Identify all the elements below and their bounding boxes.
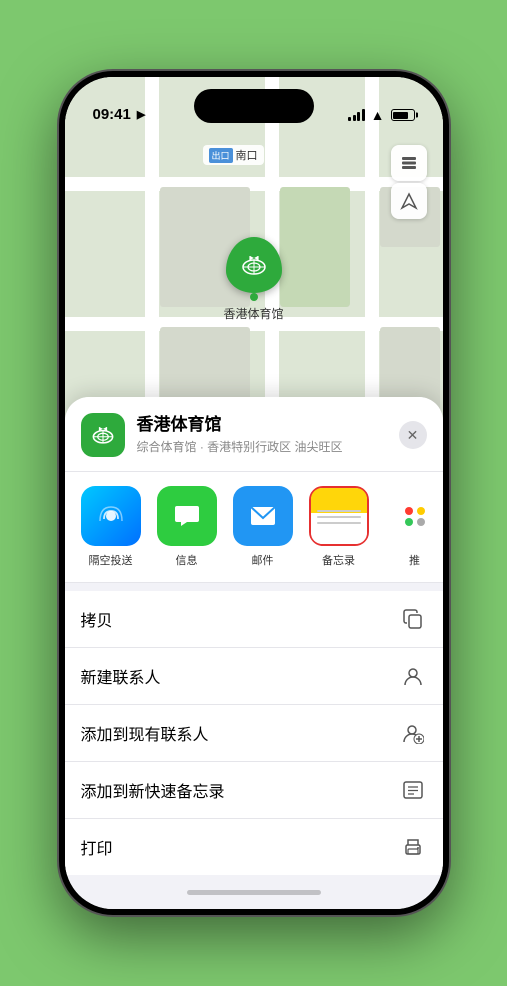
action-print[interactable]: 打印 bbox=[65, 819, 443, 875]
mail-label: 邮件 bbox=[252, 552, 274, 568]
new-contact-icon bbox=[399, 662, 427, 690]
action-quick-note-label: 添加到新快速备忘录 bbox=[81, 778, 225, 802]
share-item-mail[interactable]: 邮件 bbox=[233, 486, 293, 568]
messages-label: 信息 bbox=[176, 552, 198, 568]
layers-icon bbox=[399, 153, 419, 173]
share-item-airdrop[interactable]: 隔空投送 bbox=[81, 486, 141, 568]
dynamic-island bbox=[194, 89, 314, 123]
status-time: 09:41 ▶ bbox=[93, 106, 146, 123]
home-indicator bbox=[65, 875, 443, 909]
action-new-contact-label: 新建联系人 bbox=[81, 664, 161, 688]
more-icon bbox=[385, 486, 443, 546]
signal-icon bbox=[348, 109, 365, 121]
battery-icon bbox=[391, 109, 415, 121]
map-layers-button[interactable] bbox=[391, 145, 427, 181]
marker-label: 香港体育馆 bbox=[223, 305, 283, 322]
status-icons: ▲ bbox=[348, 107, 414, 123]
notes-label: 备忘录 bbox=[322, 552, 355, 568]
action-copy[interactable]: 拷贝 bbox=[65, 591, 443, 648]
more-label: 推 bbox=[409, 552, 420, 568]
phone-frame: 09:41 ▶ ▲ bbox=[59, 71, 449, 915]
place-info: 香港体育馆 综合体育馆 · 香港特别行政区 油尖旺区 bbox=[137, 415, 387, 454]
action-print-label: 打印 bbox=[81, 835, 113, 859]
messages-icon bbox=[157, 486, 217, 546]
share-item-notes[interactable]: 备忘录 bbox=[309, 486, 369, 568]
place-icon bbox=[81, 413, 125, 457]
quick-note-icon bbox=[399, 776, 427, 804]
share-item-more[interactable]: 推 bbox=[385, 486, 443, 568]
place-name: 香港体育馆 bbox=[137, 415, 387, 435]
stadium-icon bbox=[237, 249, 269, 281]
mail-svg bbox=[248, 502, 278, 530]
place-subtitle: 综合体育馆 · 香港特别行政区 油尖旺区 bbox=[137, 438, 387, 455]
map-location-button[interactable] bbox=[391, 183, 427, 219]
copy-icon bbox=[399, 605, 427, 633]
bottom-sheet: 香港体育馆 综合体育馆 · 香港特别行政区 油尖旺区 ✕ bbox=[65, 397, 443, 909]
airdrop-label: 隔空投送 bbox=[89, 552, 133, 568]
wifi-icon: ▲ bbox=[371, 107, 385, 123]
notes-icon bbox=[309, 486, 369, 546]
place-stadium-icon bbox=[89, 421, 117, 449]
close-button[interactable]: ✕ bbox=[399, 421, 427, 449]
map-entrance-label: 出口 南口 bbox=[203, 145, 264, 165]
location-arrow-icon: ▶ bbox=[137, 108, 145, 121]
time-text: 09:41 bbox=[93, 106, 131, 123]
action-copy-label: 拷贝 bbox=[81, 607, 113, 631]
location-icon bbox=[400, 192, 418, 210]
entrance-text: 南口 bbox=[236, 147, 258, 163]
map-controls bbox=[391, 145, 427, 219]
marker-pin bbox=[225, 237, 281, 293]
mail-icon bbox=[233, 486, 293, 546]
action-quick-note[interactable]: 添加到新快速备忘录 bbox=[65, 762, 443, 819]
phone-screen: 09:41 ▶ ▲ bbox=[65, 77, 443, 909]
airdrop-icon bbox=[81, 486, 141, 546]
action-new-contact[interactable]: 新建联系人 bbox=[65, 648, 443, 705]
action-add-contact-label: 添加到现有联系人 bbox=[81, 721, 209, 745]
stadium-marker: 香港体育馆 bbox=[223, 237, 283, 322]
messages-svg bbox=[172, 501, 202, 531]
home-bar bbox=[187, 890, 321, 895]
airdrop-svg bbox=[96, 501, 126, 531]
action-list: 拷贝 新建联系人 bbox=[65, 591, 443, 875]
share-item-messages[interactable]: 信息 bbox=[157, 486, 217, 568]
place-header: 香港体育馆 综合体育馆 · 香港特别行政区 油尖旺区 ✕ bbox=[65, 397, 443, 472]
add-contact-icon bbox=[399, 719, 427, 747]
action-add-contact[interactable]: 添加到现有联系人 bbox=[65, 705, 443, 762]
print-icon bbox=[399, 833, 427, 861]
entrance-tag: 出口 bbox=[209, 148, 233, 163]
share-row: 隔空投送 信息 bbox=[65, 472, 443, 583]
